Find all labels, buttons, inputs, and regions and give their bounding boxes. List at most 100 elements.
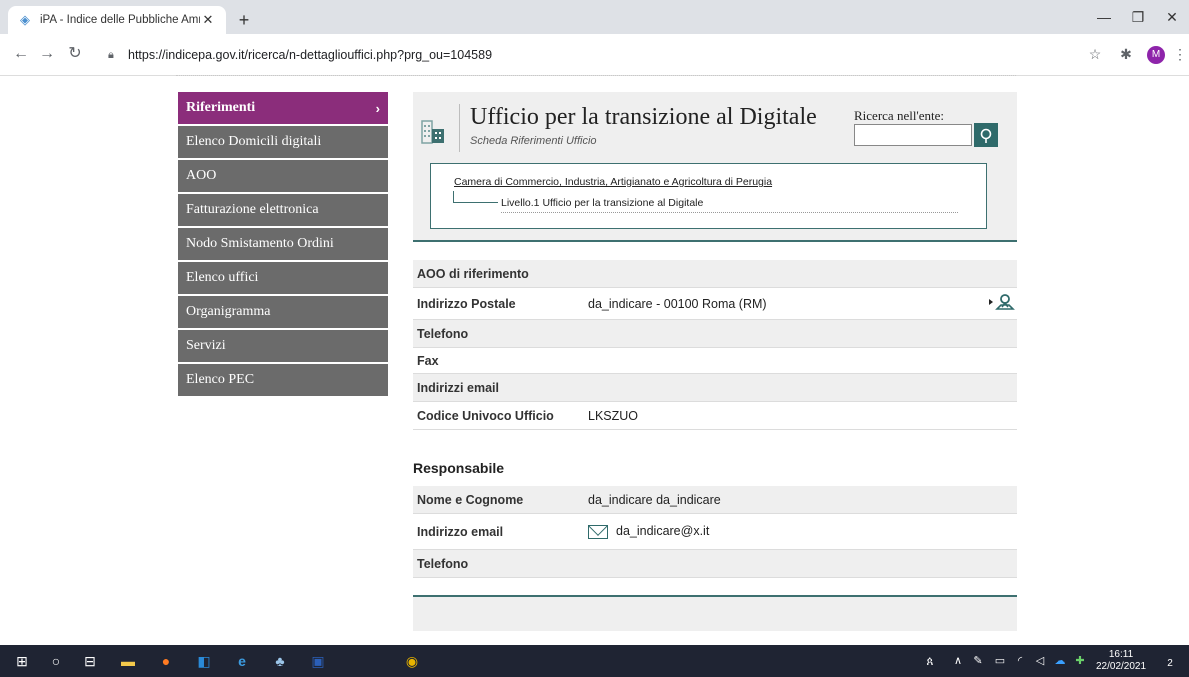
row-label: AOO di riferimento: [417, 266, 529, 281]
site-favicon-icon: ◈: [20, 12, 30, 27]
sidebar-menu: Riferimenti › Elenco Domicili digitali A…: [178, 92, 388, 398]
building-icon: [421, 117, 445, 145]
row-label: Telefono: [417, 556, 469, 571]
close-window-button[interactable]: ✕: [1157, 4, 1187, 30]
more-menu-icon[interactable]: ⋮: [1170, 44, 1189, 64]
notification-icon[interactable]: 2: [1160, 651, 1180, 671]
header-divider: [459, 104, 460, 152]
table-row: AOO di riferimento: [413, 260, 1017, 288]
sidebar-item-nodo-smistamento-ordini[interactable]: Nodo Smistamento Ordini: [178, 228, 388, 262]
file-explorer-icon[interactable]: ▬: [118, 651, 138, 671]
firefox-icon[interactable]: ●: [156, 651, 176, 671]
sidebar-item-riferimenti[interactable]: Riferimenti ›: [178, 92, 388, 126]
lock-icon: 🔒︎: [108, 48, 114, 61]
sidebar-item-organigramma[interactable]: Organigramma: [178, 296, 388, 330]
table-row: Telefono: [413, 320, 1017, 348]
breadcrumb-dotted-line: [501, 212, 958, 213]
top-divider: [176, 75, 1016, 76]
sidebar-item-elenco-domicili-digitali[interactable]: Elenco Domicili digitali: [178, 126, 388, 160]
row-label: Indirizzo email: [417, 524, 504, 539]
sidebar-item-fatturazione-elettronica[interactable]: Fatturazione elettronica: [178, 194, 388, 228]
sidebar-item-label: Servizi: [186, 338, 226, 353]
row-label: Nome e Cognome: [417, 492, 524, 507]
office-header: Ufficio per la transizione al Digitale S…: [413, 92, 1017, 242]
url-text: https://indicepa.gov.it/ricerca/n-dettag…: [128, 48, 493, 62]
bookmark-star-icon[interactable]: ☆: [1085, 44, 1105, 64]
breadcrumb-level: Livello.1 Ufficio per la transizione al …: [501, 197, 704, 209]
search-label: Ricerca nell'ente:: [854, 108, 945, 123]
address-bar[interactable]: 🔒︎ https://indicepa.gov.it/ricerca/n-det…: [108, 41, 1068, 69]
restore-button[interactable]: ❐: [1123, 4, 1153, 30]
sidebar-item-label: Organigramma: [186, 304, 271, 319]
new-tab-button[interactable]: +: [232, 8, 256, 32]
chrome-icon[interactable]: ◉: [402, 651, 422, 671]
security-icon[interactable]: ✚: [1070, 651, 1090, 671]
outlook-icon[interactable]: ◧: [194, 651, 214, 671]
sidebar-item-servizi[interactable]: Servizi: [178, 330, 388, 364]
onedrive-icon[interactable]: ☁: [1050, 651, 1070, 671]
breadcrumb-entity-link[interactable]: Camera di Commercio, Industria, Artigian…: [454, 176, 772, 188]
tab-title: iPA - Indice delle Pubbliche Amm: [40, 14, 200, 26]
minimize-button[interactable]: —: [1089, 4, 1119, 30]
profile-avatar[interactable]: M: [1147, 46, 1165, 64]
notification-count: 2: [1167, 658, 1173, 669]
reload-icon[interactable]: ↻: [64, 43, 86, 65]
sidebar-item-label: Riferimenti: [186, 100, 256, 115]
extensions-puzzle-icon[interactable]: ✱: [1116, 44, 1136, 64]
row-label: Indirizzi email: [417, 380, 499, 395]
word-icon[interactable]: ▣: [308, 651, 328, 671]
table-row: Nome e Cognome da_indicare da_indicare: [413, 486, 1017, 514]
map-pin-icon[interactable]: [989, 293, 1015, 311]
page-footer: [413, 595, 1017, 631]
edge-icon[interactable]: e: [232, 651, 252, 671]
page-subtitle: Scheda Riferimenti Ufficio: [470, 135, 597, 147]
details-table: AOO di riferimento Indirizzo Postale da_…: [413, 260, 1017, 430]
task-view-icon[interactable]: ⊟: [80, 651, 100, 671]
table-row: Indirizzi email: [413, 374, 1017, 402]
row-value: da_indicare - 00100 Roma (RM): [588, 296, 767, 311]
row-label: Codice Univoco Ufficio: [417, 408, 554, 423]
volume-icon[interactable]: ◁: [1030, 651, 1050, 671]
sidebar-item-aoo[interactable]: AOO: [178, 160, 388, 194]
sidebar-item-label: Fatturazione elettronica: [186, 202, 319, 217]
person-icon[interactable]: ጰ: [920, 651, 940, 671]
mail-icon: [588, 524, 608, 539]
clock[interactable]: 16:11 22/02/2021: [1096, 649, 1146, 673]
sidebar-item-elenco-pec[interactable]: Elenco PEC: [178, 364, 388, 398]
network-app-icon[interactable]: ♣: [270, 651, 290, 671]
table-row: Indirizzo Postale da_indicare - 00100 Ro…: [413, 288, 1017, 320]
tab-close-icon[interactable]: ✕: [200, 12, 216, 28]
tray-chevron-icon[interactable]: ∧: [948, 651, 968, 671]
forward-arrow-icon[interactable]: →: [36, 43, 58, 65]
windows-taskbar: ⊞ ○ ⊟ ▬ ● ◧ e ♣ ▣ ◉ ጰ ∧ ✎ ▭ ◜ ◁ ☁ ✚ 16:1…: [0, 645, 1189, 677]
browser-tab-bar: ◈ iPA - Indice delle Pubbliche Amm ✕ + —…: [0, 0, 1189, 34]
wifi-icon[interactable]: ◜: [1010, 651, 1030, 671]
search-circle-icon[interactable]: ○: [46, 651, 66, 671]
row-label: Fax: [417, 353, 439, 368]
browser-toolbar: ← → ↻ 🔒︎ https://indicepa.gov.it/ricerca…: [0, 34, 1189, 76]
tray-app-icon[interactable]: ✎: [968, 651, 988, 671]
table-row: Codice Univoco Ufficio LKSZUO: [413, 402, 1017, 430]
row-label: Telefono: [417, 326, 469, 341]
sidebar-item-label: Nodo Smistamento Ordini: [186, 236, 334, 251]
sidebar-item-label: Elenco Domicili digitali: [186, 134, 322, 149]
email-link[interactable]: da_indicare@x.it: [616, 524, 709, 538]
search-input[interactable]: [854, 124, 972, 146]
sidebar-item-label: Elenco PEC: [186, 372, 255, 387]
page-title: Ufficio per la transizione al Digitale: [470, 104, 817, 130]
sidebar-item-elenco-uffici[interactable]: Elenco uffici: [178, 262, 388, 296]
back-arrow-icon[interactable]: ←: [10, 43, 32, 65]
table-row: Fax: [413, 348, 1017, 374]
keyboard-icon[interactable]: ▭: [990, 651, 1010, 671]
table-row: Telefono: [413, 550, 1017, 578]
chevron-right-icon: ›: [375, 100, 380, 116]
search-icon: [980, 128, 992, 144]
windows-start-icon[interactable]: ⊞: [12, 651, 32, 671]
responsabile-table: Nome e Cognome da_indicare da_indicare I…: [413, 486, 1017, 578]
clock-date: 22/02/2021: [1096, 661, 1147, 672]
browser-tab[interactable]: ◈ iPA - Indice delle Pubbliche Amm ✕: [8, 6, 226, 34]
sidebar-item-label: Elenco uffici: [186, 270, 259, 285]
tree-connector: [453, 191, 498, 203]
search-button[interactable]: [974, 123, 998, 147]
clock-time: 16:11: [1108, 649, 1134, 660]
